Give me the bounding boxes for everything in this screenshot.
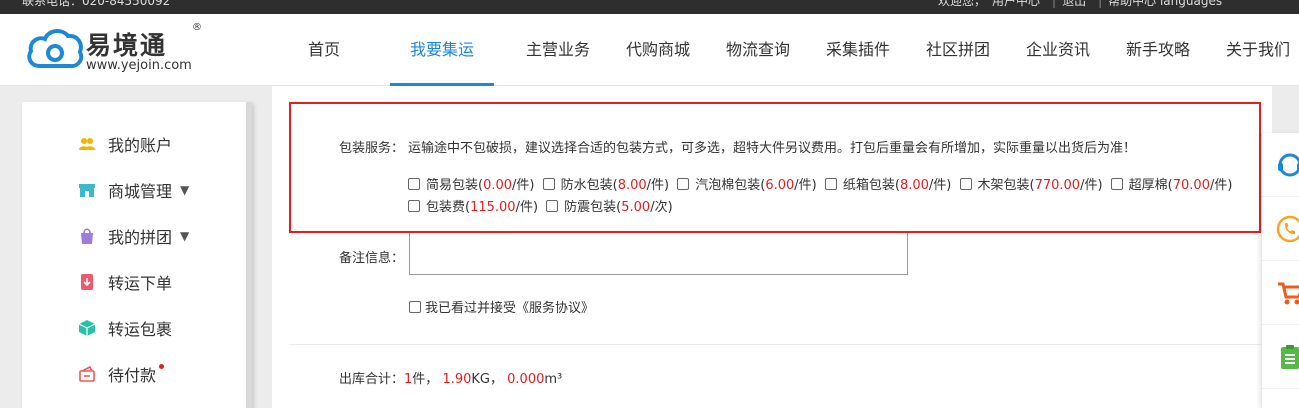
sidebar-item-pending-payment[interactable]: 待付款 bbox=[78, 362, 165, 386]
nav-home[interactable]: 首页 bbox=[290, 14, 358, 86]
remark-label: 备注信息： bbox=[339, 251, 405, 266]
packaging-options: 简易包装(0.00/件) 防水包装(8.00/件) 汽泡棉包装(6.00/件) … bbox=[408, 175, 1248, 219]
packaging-label: 包装服务： bbox=[339, 141, 405, 156]
site-logo[interactable]: 易境通 ® www.yejoin.com bbox=[26, 22, 216, 78]
sidebar-item-label: 我的拼团 bbox=[108, 228, 173, 247]
cloud-logo-icon bbox=[27, 29, 84, 69]
nav-main-business[interactable]: 主营业务 bbox=[522, 14, 594, 86]
phone-button[interactable] bbox=[1262, 197, 1299, 261]
outbound-summary: 出库合计：1件， 1.90KG， 0.000m³ bbox=[339, 372, 563, 387]
main-nav: 首页 我要集运 主营业务 代购商城 物流查询 采集插件 社区拼团 企业资讯 新手… bbox=[290, 14, 1294, 86]
nav-purchasing-mall[interactable]: 代购商城 bbox=[622, 14, 694, 86]
sidebar-item-label: 转运包裹 bbox=[108, 320, 173, 339]
customer-service-button[interactable] bbox=[1262, 133, 1299, 197]
sidebar-item-transfer-order[interactable]: 转运下单 bbox=[78, 270, 172, 294]
agreement-text[interactable]: 我已看过并接受《服务协议》 bbox=[425, 301, 594, 316]
nav-company-news[interactable]: 企业资讯 bbox=[1022, 14, 1094, 86]
checkbox[interactable] bbox=[1110, 178, 1123, 190]
top-info-bar: 联系电话：020-84550092 欢迎您， 用户中心 | 退出 | 帮助中心 langu… bbox=[0, 0, 1299, 14]
notification-badge bbox=[159, 363, 165, 369]
chevron-down-icon: ▼ bbox=[180, 183, 190, 197]
order-icon bbox=[81, 274, 93, 290]
checkbox[interactable] bbox=[959, 178, 972, 190]
checkbox[interactable] bbox=[546, 200, 559, 212]
nav-consolidation[interactable]: 我要集运 bbox=[390, 14, 494, 86]
sidebar-item-label: 商城管理 bbox=[108, 182, 173, 201]
nav-community-group[interactable]: 社区拼团 bbox=[922, 14, 994, 86]
clipboard-icon bbox=[1281, 345, 1299, 369]
summary-volume: 0.000 bbox=[507, 372, 545, 387]
nav-logistics-tracking[interactable]: 物流查询 bbox=[722, 14, 794, 86]
packaging-option-simple[interactable]: 简易包装(0.00/件) bbox=[408, 178, 534, 193]
welcome-text: 欢迎您， bbox=[938, 0, 987, 8]
payment-icon bbox=[79, 365, 95, 382]
sidebar-item-transfer-package[interactable]: 转运包裹 bbox=[78, 316, 172, 340]
checkbox[interactable] bbox=[408, 178, 420, 190]
brand-name: 易境通 bbox=[86, 31, 168, 60]
phone-icon bbox=[1276, 215, 1299, 243]
floating-toolbar bbox=[1261, 133, 1299, 408]
cart-icon bbox=[1278, 282, 1299, 305]
packaging-description: 运输途中不包破损，建议选择合适的包装方式，可多选，超特大件另议费用。打包后重量会… bbox=[408, 141, 1137, 156]
agreement-checkbox[interactable] bbox=[409, 301, 421, 313]
sidebar-item-my-group[interactable]: 我的拼团 ▼ bbox=[78, 224, 189, 248]
site-header: 易境通 ® www.yejoin.com 首页 我要集运 主营业务 代购商城 物… bbox=[0, 14, 1299, 86]
registered-mark: ® bbox=[192, 22, 202, 33]
summary-weight: 1.90 bbox=[442, 372, 472, 387]
brand-url: www.yejoin.com bbox=[86, 58, 192, 73]
sidebar-item-store-management[interactable]: 商城管理 ▼ bbox=[78, 178, 189, 202]
section-divider bbox=[289, 344, 1261, 345]
sidebar-item-label: 转运下单 bbox=[108, 274, 173, 293]
user-center-link[interactable]: 用户中心 bbox=[992, 0, 1040, 8]
sidebar-item-label: 我的账户 bbox=[108, 136, 173, 155]
nav-beginner-guide[interactable]: 新手攻略 bbox=[1122, 14, 1194, 86]
packaging-option-waterproof[interactable]: 防水包装(8.00/件) bbox=[542, 178, 669, 193]
chevron-down-icon: ▼ bbox=[180, 229, 190, 243]
contact-phone: 联系电话：020-84550092 bbox=[22, 0, 171, 8]
summary-label: 出库合计： bbox=[339, 372, 405, 387]
top-right-links: 欢迎您， 用户中心 | 退出 | 帮助中心 languages bbox=[938, 0, 1228, 9]
nav-about-us[interactable]: 关于我们 bbox=[1222, 14, 1294, 86]
packaging-option-shockproof[interactable]: 防震包装(5.00/次) bbox=[546, 200, 673, 215]
packaging-option-carton[interactable]: 纸箱包装(8.00/件) bbox=[824, 178, 951, 193]
logout-link[interactable]: 退出 bbox=[1062, 0, 1086, 8]
packaging-option-extra-thick-cotton[interactable]: 超厚棉(70.00/件) bbox=[1110, 178, 1232, 193]
user-group-icon bbox=[79, 138, 95, 150]
packaging-option-bubble[interactable]: 汽泡棉包装(6.00/件) bbox=[677, 178, 817, 193]
sidebar-item-label: 待付款 bbox=[108, 366, 157, 385]
nav-collection-plugin[interactable]: 采集插件 bbox=[822, 14, 894, 86]
sidebar-item-my-account[interactable]: 我的账户 bbox=[78, 132, 172, 156]
group-bag-icon bbox=[81, 228, 93, 244]
checkbox[interactable] bbox=[677, 178, 690, 190]
help-languages-link[interactable]: 帮助中心 languages bbox=[1108, 0, 1222, 8]
account-sidebar: 我的账户 商城管理 ▼ 我的拼团 ▼ 转运下单 转运包裹 待付款 bbox=[22, 102, 252, 408]
checkbox[interactable] bbox=[542, 178, 555, 190]
sidebar-scrollbar[interactable] bbox=[246, 102, 252, 408]
remark-textarea[interactable] bbox=[409, 233, 908, 275]
checkbox[interactable] bbox=[824, 178, 837, 190]
packaging-option-wooden-frame[interactable]: 木架包装(770.00/件) bbox=[959, 178, 1103, 193]
checkbox[interactable] bbox=[408, 200, 420, 212]
agreement-row[interactable]: 我已看过并接受《服务协议》 bbox=[409, 297, 594, 316]
cart-button[interactable] bbox=[1262, 261, 1299, 325]
customer-service-icon bbox=[1278, 153, 1299, 177]
packaging-option-packing-fee[interactable]: 包装费(115.00/件) bbox=[408, 200, 538, 215]
store-icon bbox=[79, 184, 95, 197]
package-icon bbox=[78, 320, 96, 336]
clipboard-button[interactable] bbox=[1262, 325, 1299, 389]
